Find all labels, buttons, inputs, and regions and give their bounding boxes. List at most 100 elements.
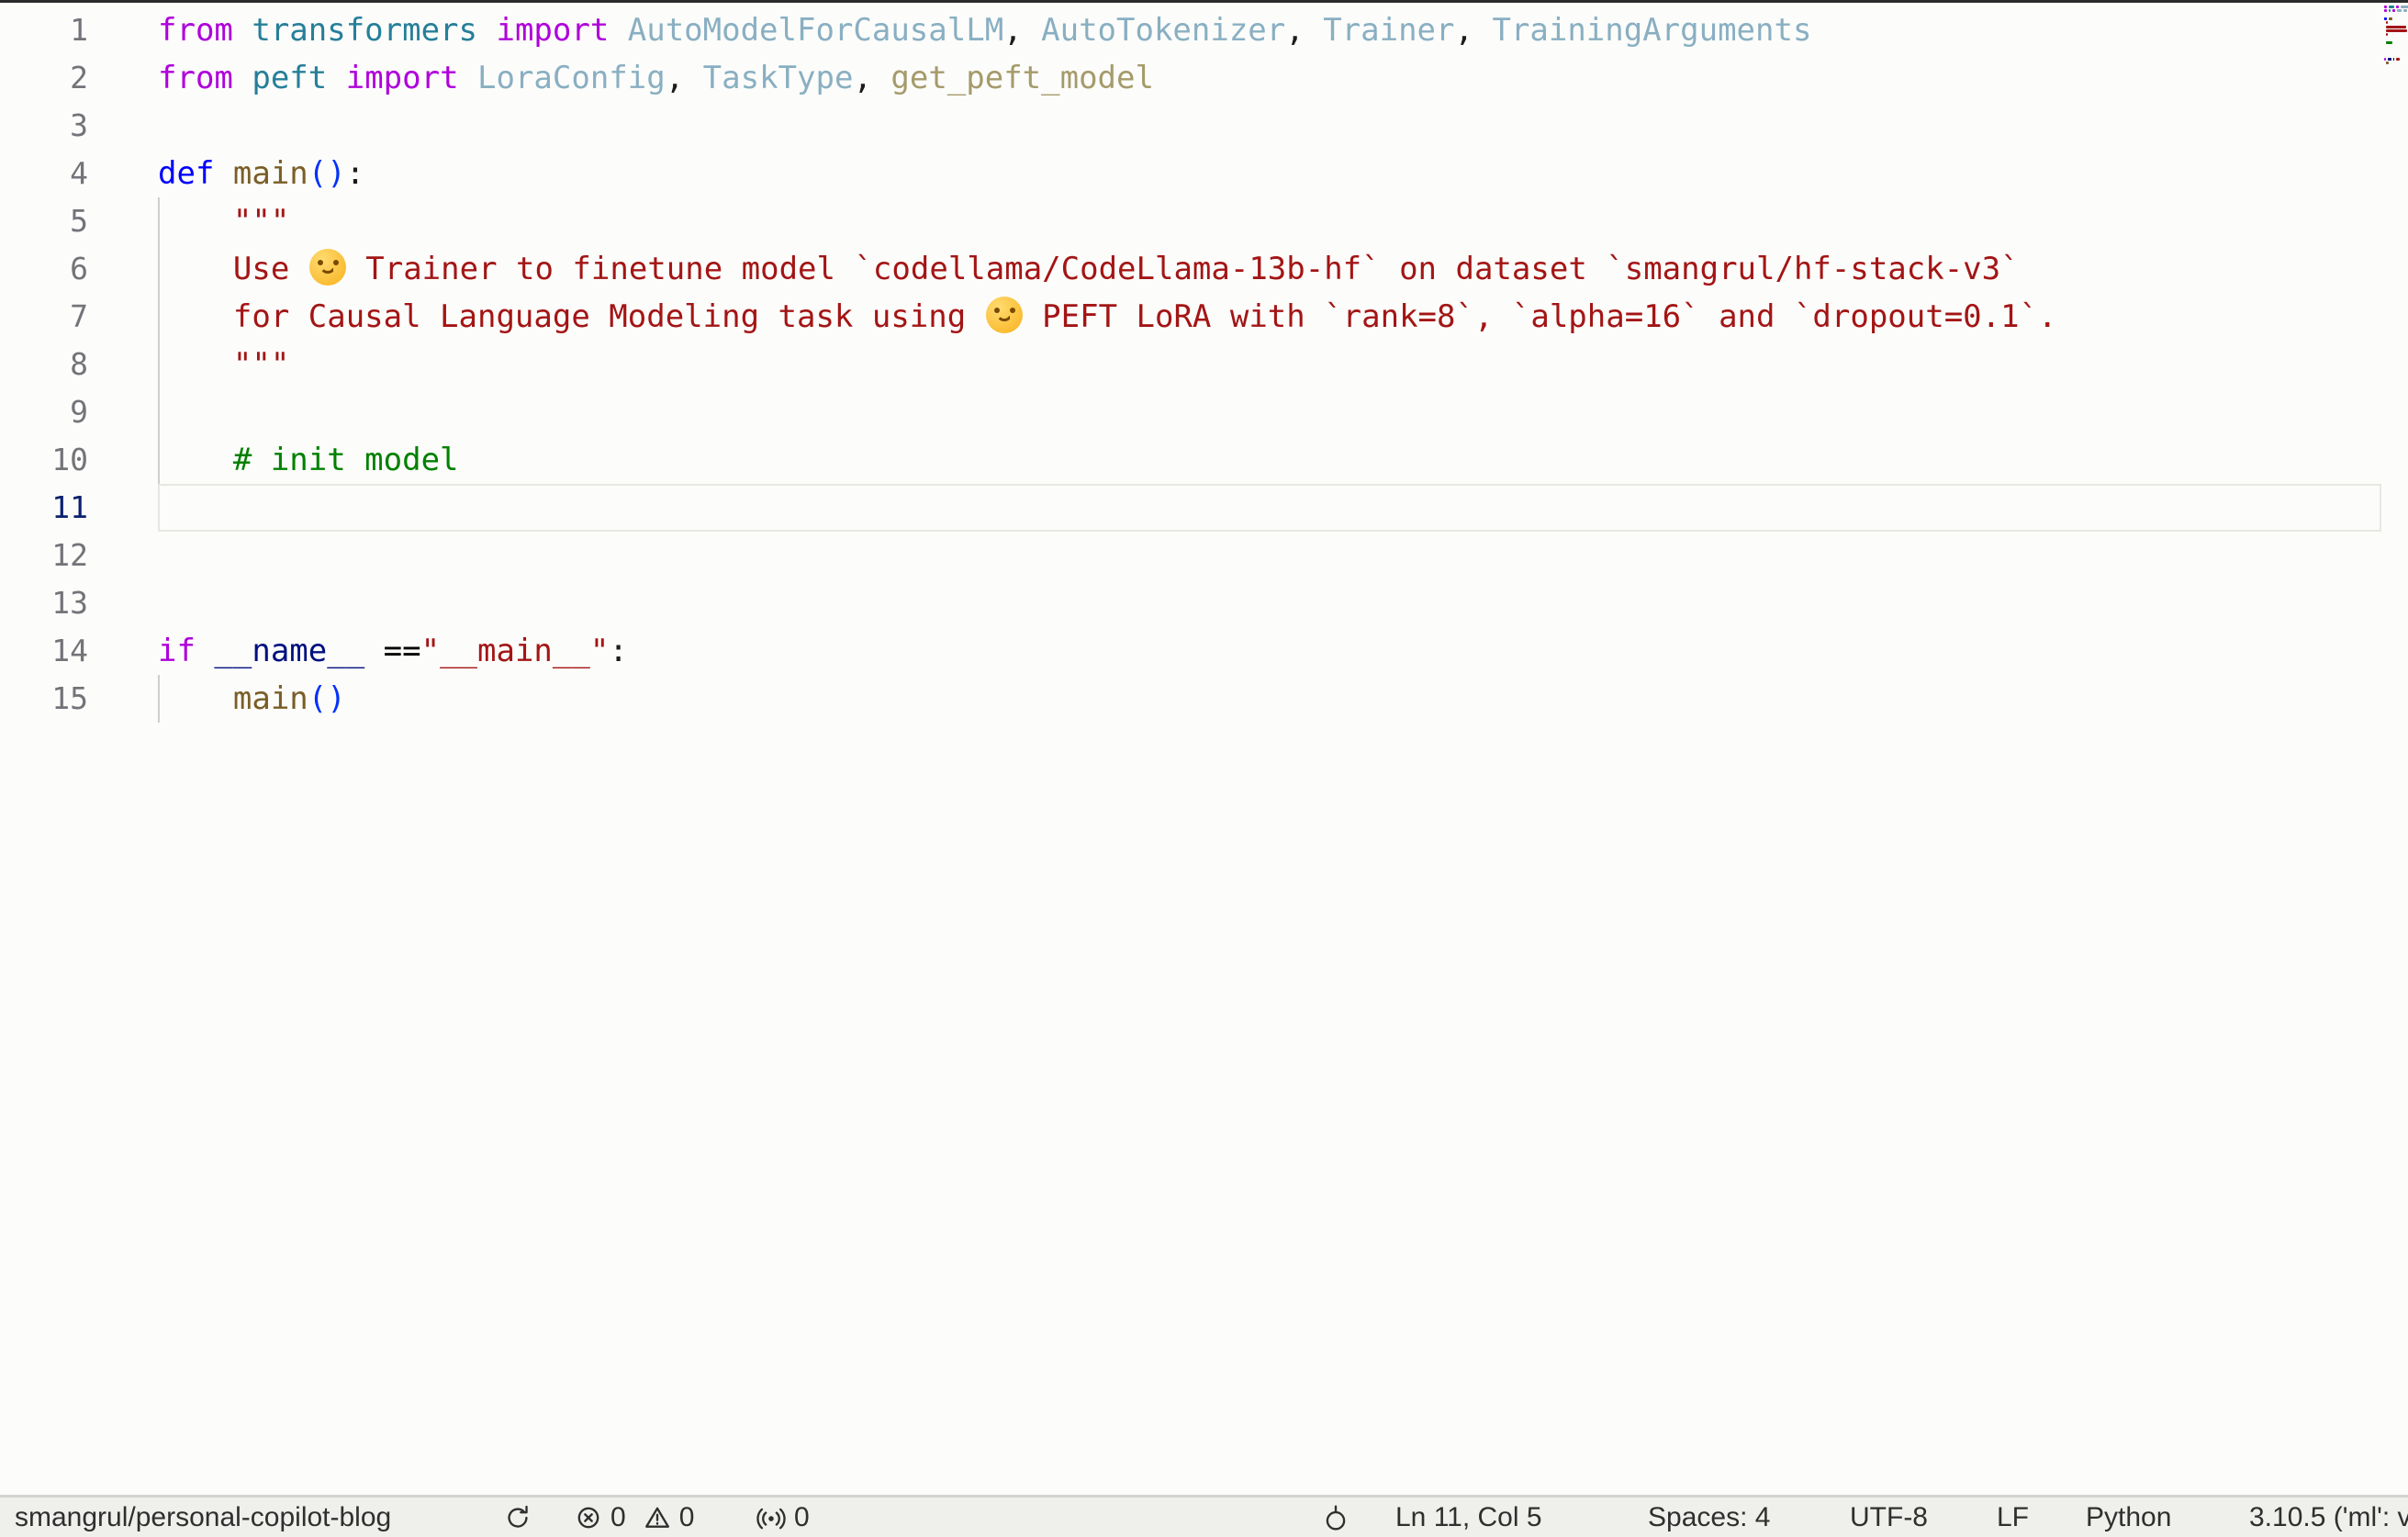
minimap-row xyxy=(2384,17,2392,20)
interpreter-item[interactable]: 3.10.5 ('ml': ven xyxy=(2249,1498,2408,1537)
minimap-bar xyxy=(2396,6,2399,8)
code-token xyxy=(158,680,233,717)
minimap-row xyxy=(2386,33,2388,36)
error-icon xyxy=(575,1504,602,1531)
code-token: Trainer xyxy=(1323,12,1454,49)
line-number[interactable]: 1 xyxy=(0,6,88,54)
line-number[interactable]: 14 xyxy=(0,627,88,675)
code-token: Trainer to finetune model `codellama/Cod… xyxy=(347,251,2020,287)
line-number[interactable]: 8 xyxy=(0,341,88,388)
status-bar: smangrul/personal-copilot-blog 0 0 0 xyxy=(0,1495,2408,1537)
bell-item[interactable] xyxy=(1322,1498,1350,1537)
code-token: TrainingArguments xyxy=(1492,12,1811,49)
line-number[interactable]: 9 xyxy=(0,388,88,436)
line-number[interactable]: 6 xyxy=(0,245,88,293)
minimap-bar xyxy=(2386,33,2388,36)
line-number[interactable]: 2 xyxy=(0,54,88,102)
line-number[interactable]: 10 xyxy=(0,436,88,484)
git-branch-item[interactable]: smangrul/personal-copilot-blog xyxy=(15,1498,391,1537)
minimap[interactable] xyxy=(2384,6,2408,116)
code-line[interactable]: 8 """ xyxy=(0,341,2408,388)
code-token: # init model xyxy=(233,442,459,478)
code-token: , xyxy=(1454,12,1492,49)
cursor-position-item[interactable]: Ln 11, Col 5 xyxy=(1395,1498,1542,1537)
ports-item[interactable]: 0 xyxy=(756,1498,810,1537)
encoding-label: UTF-8 xyxy=(1850,1502,1928,1533)
bell-icon xyxy=(1322,1504,1350,1531)
code-line[interactable]: 6 Use Trainer to finetune model `codella… xyxy=(0,245,2408,293)
code-token: () xyxy=(308,155,346,192)
code-token: , xyxy=(853,60,890,96)
indentation-label: Spaces: 4 xyxy=(1648,1502,1770,1533)
code-token: main xyxy=(233,680,308,717)
language-item[interactable]: Python xyxy=(2086,1498,2171,1537)
code-line-text: for Causal Language Modeling task using … xyxy=(158,293,2057,341)
code-token: """ xyxy=(233,346,289,383)
code-editor[interactable]: 1from transformers import AutoModelForCa… xyxy=(0,3,2408,1495)
minimap-bar xyxy=(2389,9,2391,12)
minimap-row xyxy=(2386,41,2392,44)
minimap-row xyxy=(2384,6,2408,8)
code-token: get_peft_model xyxy=(890,60,1154,96)
code-token: , xyxy=(666,60,703,96)
code-line-text: from peft import LoraConfig, TaskType, g… xyxy=(158,54,1154,102)
code-line[interactable]: 11 xyxy=(0,484,2408,532)
line-number[interactable]: 4 xyxy=(0,150,88,197)
code-token: TaskType xyxy=(703,60,854,96)
broadcast-icon xyxy=(756,1504,786,1531)
code-token: __name__ xyxy=(214,633,383,669)
code-line[interactable]: 10 # init model xyxy=(0,436,2408,484)
minimap-bar xyxy=(2384,58,2386,61)
minimap-bar xyxy=(2384,9,2387,12)
code-token: LoraConfig xyxy=(477,60,666,96)
cursor-position-label: Ln 11, Col 5 xyxy=(1395,1502,1542,1533)
code-token: if xyxy=(158,633,214,669)
line-number[interactable]: 3 xyxy=(0,102,88,150)
code-token: () xyxy=(308,680,346,717)
line-number[interactable]: 12 xyxy=(0,532,88,579)
minimap-bar xyxy=(2386,62,2389,64)
code-token: : xyxy=(609,633,627,669)
minimap-bar xyxy=(2392,9,2395,12)
line-number[interactable]: 13 xyxy=(0,579,88,627)
warnings-count: 0 xyxy=(679,1502,695,1533)
code-line[interactable]: 12 xyxy=(0,532,2408,579)
code-line[interactable]: 15 main() xyxy=(0,675,2408,723)
code-line-text: def main(): xyxy=(158,150,364,197)
code-line[interactable]: 1from transformers import AutoModelForCa… xyxy=(0,6,2408,54)
code-line-text: if __name__ =="__main__": xyxy=(158,627,628,675)
minimap-bar xyxy=(2388,58,2391,61)
code-token xyxy=(158,203,233,240)
code-token: def xyxy=(158,155,233,192)
code-token xyxy=(158,442,233,478)
line-number[interactable]: 15 xyxy=(0,675,88,723)
code-token: transformers xyxy=(252,12,496,49)
code-token: "__main__" xyxy=(421,633,610,669)
code-line[interactable]: 13 xyxy=(0,579,2408,627)
code-line-text: """ xyxy=(158,197,289,245)
code-line[interactable]: 2 from peft import LoraConfig, TaskType, … xyxy=(0,54,2408,102)
warning-icon xyxy=(644,1504,671,1531)
code-line[interactable]: 9 xyxy=(0,388,2408,436)
eol-item[interactable]: LF xyxy=(1997,1498,2029,1537)
code-token: from xyxy=(158,12,252,49)
code-line[interactable]: 14 if __name__ =="__main__": xyxy=(0,627,2408,675)
line-number[interactable]: 7 xyxy=(0,293,88,341)
minimap-bar xyxy=(2396,58,2400,61)
indentation-item[interactable]: Spaces: 4 xyxy=(1648,1498,1770,1537)
code-line[interactable]: 5 """ xyxy=(0,197,2408,245)
code-token: import xyxy=(496,12,627,49)
minimap-row xyxy=(2386,62,2389,64)
code-line[interactable]: 4 def main(): xyxy=(0,150,2408,197)
code-line[interactable]: 3 xyxy=(0,102,2408,150)
problems-item[interactable]: 0 0 xyxy=(575,1498,694,1537)
sync-button[interactable] xyxy=(504,1498,532,1537)
code-token: AutoTokenizer xyxy=(1041,12,1285,49)
line-number[interactable]: 11 xyxy=(0,484,88,532)
line-number[interactable]: 5 xyxy=(0,197,88,245)
code-token xyxy=(158,251,233,287)
code-token: == xyxy=(384,633,421,669)
code-line[interactable]: 7 for Causal Language Modeling task usin… xyxy=(0,293,2408,341)
minimap-row xyxy=(2386,26,2406,28)
encoding-item[interactable]: UTF-8 xyxy=(1850,1498,1928,1537)
